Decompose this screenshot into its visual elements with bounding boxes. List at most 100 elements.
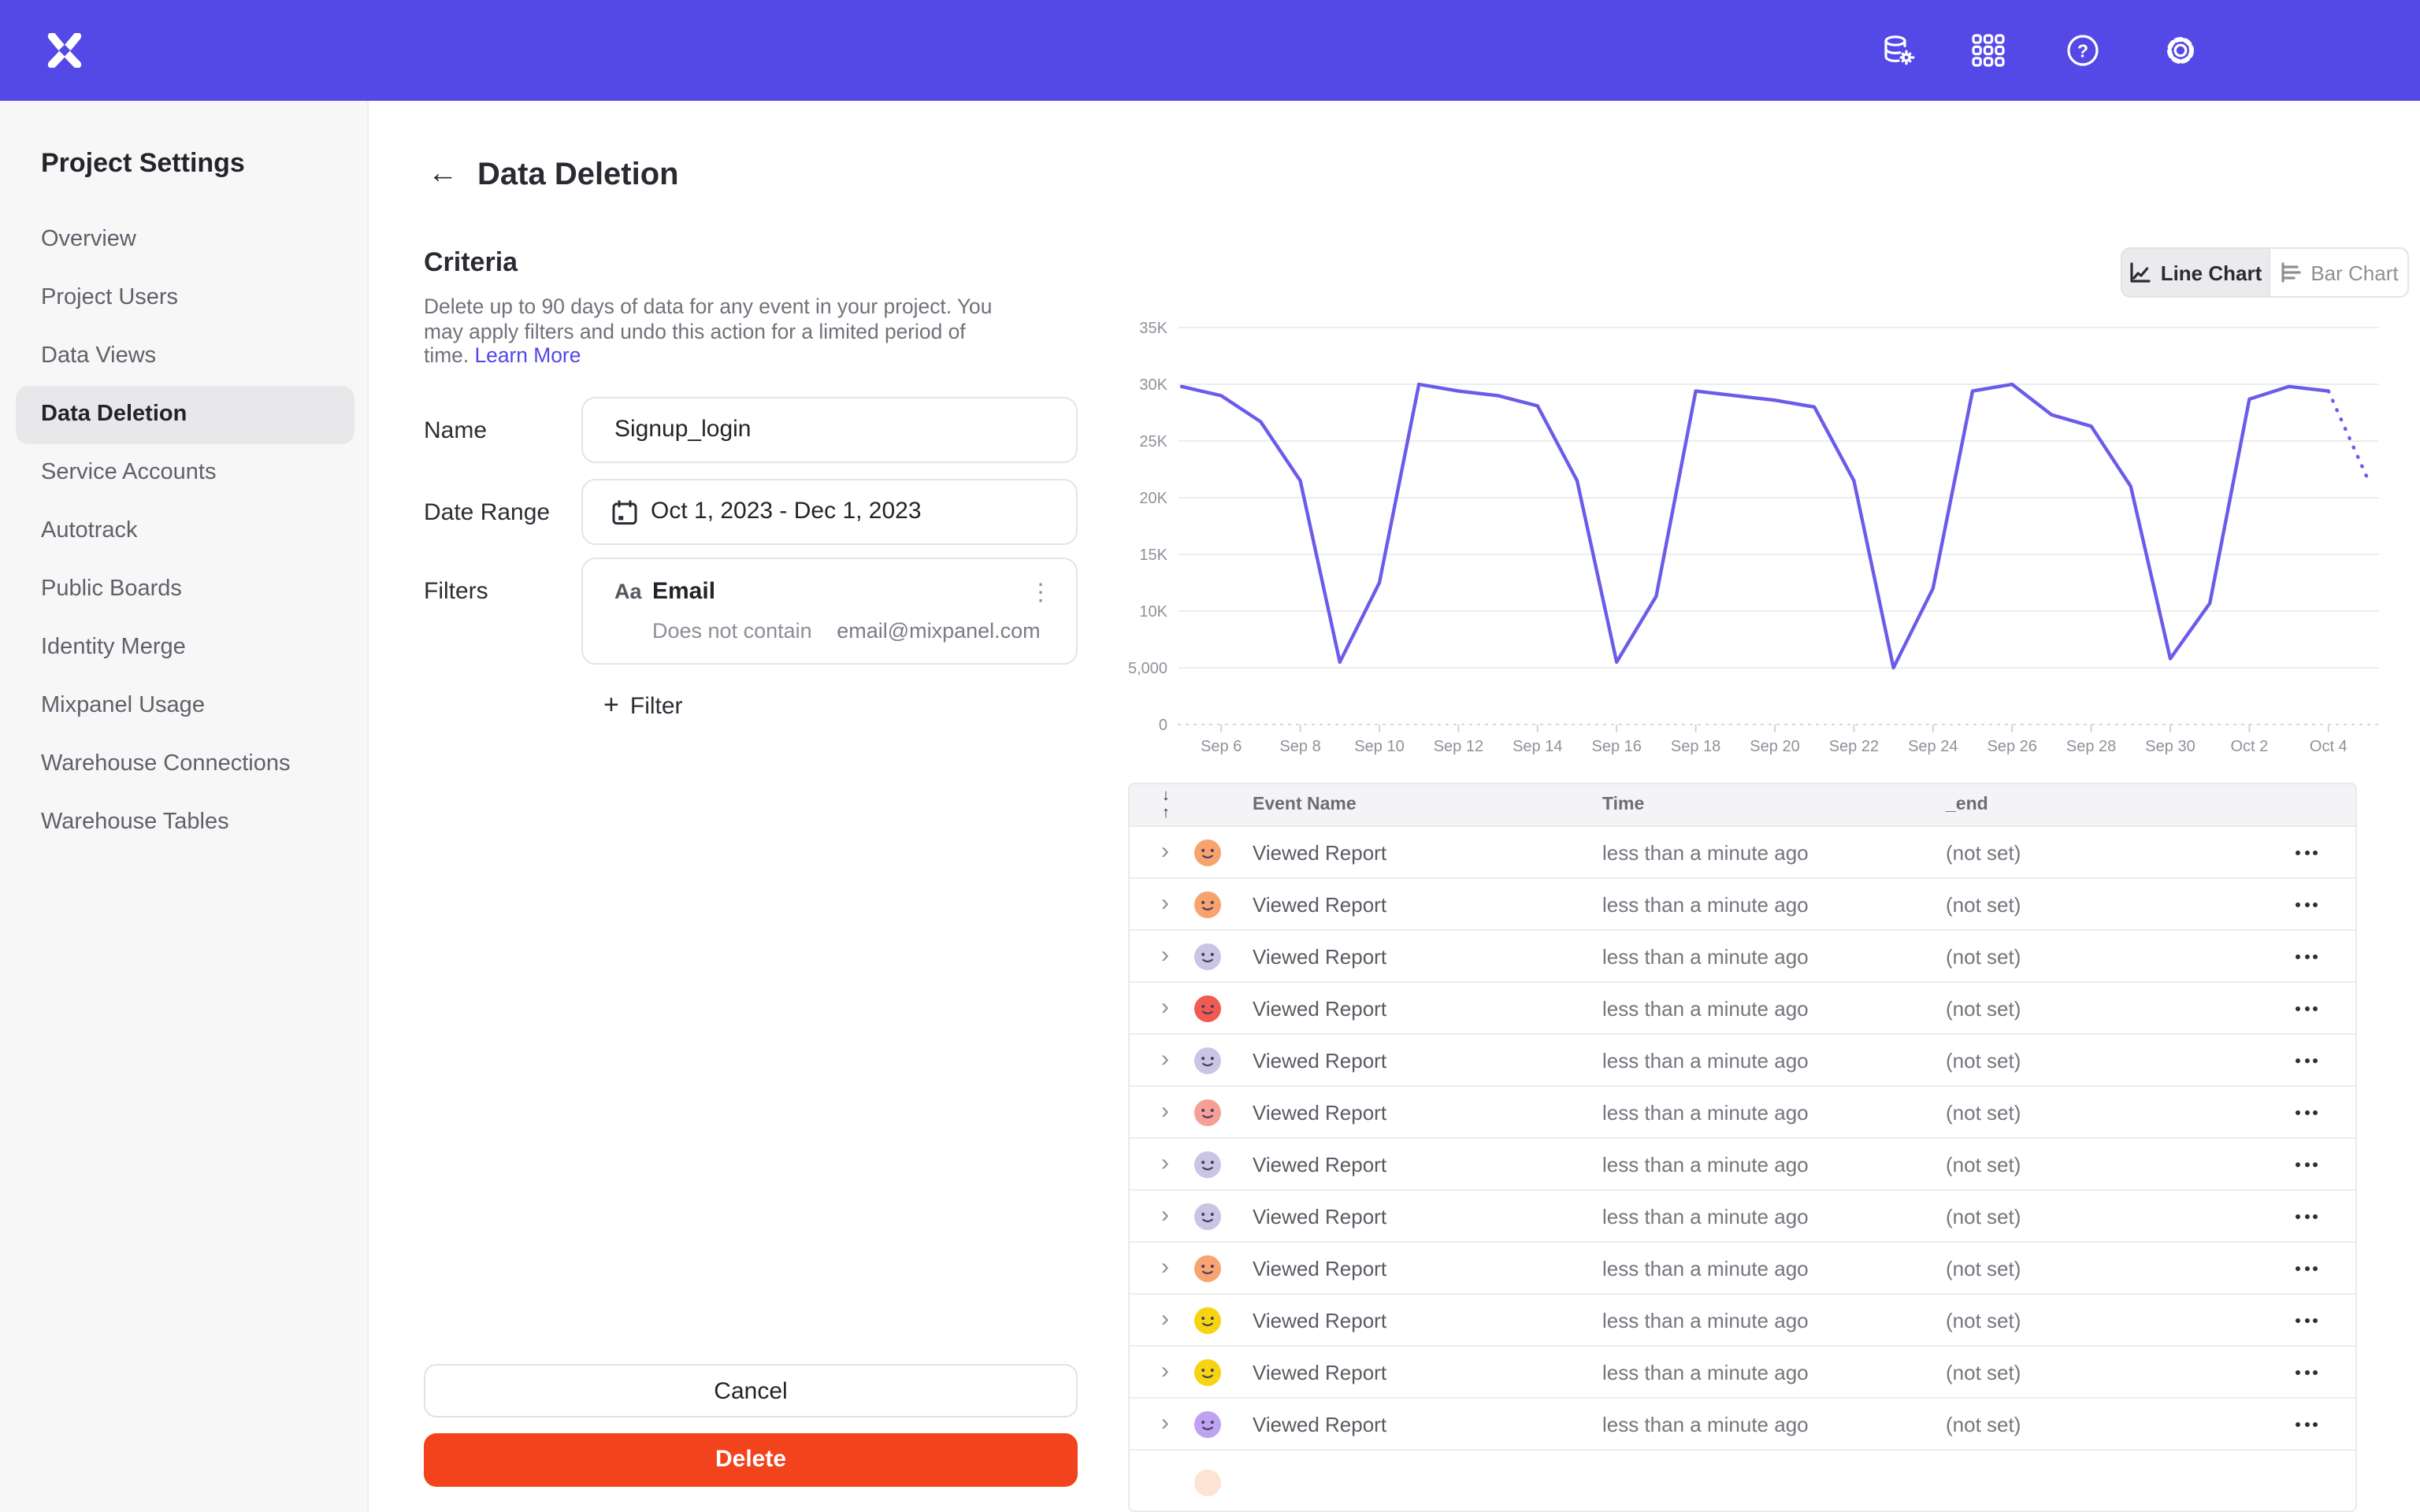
row-actions-kebab-icon[interactable] (2296, 1266, 2318, 1271)
sidebar-item[interactable]: Data Deletion (16, 386, 354, 444)
svg-text:0: 0 (1159, 717, 1167, 734)
table-row: › Viewed Report less than a minute ago (… (1130, 1243, 2355, 1295)
svg-text:Sep 6: Sep 6 (1201, 738, 1242, 755)
svg-text:Sep 24: Sep 24 (1908, 738, 1958, 755)
time-cell: less than a minute ago (1602, 1413, 1809, 1436)
table-row: › Viewed Report less than a minute ago (… (1130, 1347, 2355, 1399)
chevron-right-icon[interactable]: › (1161, 1150, 1169, 1177)
line-chart-toggle[interactable]: Line Chart (2121, 247, 2270, 298)
table-row: › Viewed Report less than a minute ago (… (1130, 931, 2355, 983)
back-arrow-icon[interactable]: ← (424, 156, 462, 194)
sidebar-item[interactable]: Project Users (0, 269, 367, 328)
end-cell: (not set) (1946, 1205, 2021, 1228)
time-cell: less than a minute ago (1602, 1309, 1809, 1332)
row-actions-kebab-icon[interactable] (2296, 902, 2318, 907)
table-row: › Viewed Report less than a minute ago (… (1130, 1399, 2355, 1451)
sidebar-item[interactable]: Warehouse Tables (0, 794, 367, 852)
sidebar-title: Project Settings (41, 148, 245, 180)
avatar (1194, 1099, 1221, 1126)
bar-chart-toggle[interactable]: Bar Chart (2270, 247, 2409, 298)
svg-text:Sep 16: Sep 16 (1592, 738, 1642, 755)
filter-card[interactable]: Aa Email Does not contain email@mixpanel… (581, 558, 1078, 665)
apps-grid-icon[interactable] (1969, 32, 2007, 69)
sort-rows-icon[interactable]: ↓ ↑ (1156, 788, 1175, 822)
sidebar-item[interactable]: Overview (0, 211, 367, 269)
data-management-icon[interactable] (1880, 32, 1917, 69)
time-cell: less than a minute ago (1602, 1153, 1809, 1177)
chevron-right-icon[interactable]: › (1161, 1306, 1169, 1332)
name-label: Name (424, 417, 487, 444)
cancel-button[interactable]: Cancel (424, 1364, 1078, 1418)
sidebar-item[interactable]: Identity Merge (0, 619, 367, 677)
column-header-time[interactable]: Time (1602, 795, 1644, 814)
avatar (1194, 995, 1221, 1022)
filter-value[interactable]: email@mixpanel.com (837, 619, 1041, 643)
avatar (1194, 1047, 1221, 1074)
date-range-input[interactable]: Oct 1, 2023 - Dec 1, 2023 (581, 479, 1078, 545)
table-row: › Viewed Report less than a minute ago (… (1130, 1087, 2355, 1139)
filter-kebab-icon[interactable]: ⋮ (1029, 578, 1051, 606)
sidebar-item[interactable]: Warehouse Connections (0, 736, 367, 794)
end-cell: (not set) (1946, 997, 2021, 1021)
avatar (1194, 1359, 1221, 1386)
filter-operator[interactable]: Does not contain (652, 619, 812, 643)
svg-text:Sep 12: Sep 12 (1434, 738, 1483, 755)
column-header-event-name[interactable]: Event Name (1253, 795, 1357, 814)
chevron-right-icon[interactable]: › (1161, 1202, 1169, 1228)
time-cell: less than a minute ago (1602, 1205, 1809, 1228)
criteria-description-line1: Delete up to 90 days of data for any eve… (424, 295, 1038, 319)
chevron-right-icon[interactable]: › (1161, 890, 1169, 917)
row-actions-kebab-icon[interactable] (2296, 954, 2318, 959)
sidebar-item[interactable]: Autotrack (0, 502, 367, 561)
sidebar-item[interactable]: Service Accounts (0, 444, 367, 502)
row-actions-kebab-icon[interactable] (2296, 1422, 2318, 1427)
chevron-right-icon[interactable]: › (1161, 994, 1169, 1021)
name-input[interactable]: Signup_login (581, 397, 1078, 463)
chevron-right-icon[interactable]: › (1161, 1410, 1169, 1436)
time-cell: less than a minute ago (1602, 1361, 1809, 1384)
chevron-right-icon[interactable]: › (1161, 942, 1169, 969)
row-actions-kebab-icon[interactable] (2296, 850, 2318, 855)
row-actions-kebab-icon[interactable] (2296, 1162, 2318, 1167)
settings-gear-icon[interactable] (2162, 32, 2199, 69)
date-range-value: Oct 1, 2023 - Dec 1, 2023 (651, 480, 922, 543)
svg-text:35K: 35K (1139, 320, 1167, 337)
row-actions-kebab-icon[interactable] (2296, 1006, 2318, 1011)
date-range-label: Date Range (424, 499, 550, 526)
row-actions-kebab-icon[interactable] (2296, 1214, 2318, 1219)
event-name-cell: Viewed Report (1253, 1257, 1386, 1280)
row-actions-kebab-icon[interactable] (2296, 1370, 2318, 1375)
row-actions-kebab-icon[interactable] (2296, 1110, 2318, 1115)
add-filter-button[interactable]: +Filter (603, 690, 683, 721)
svg-text:25K: 25K (1139, 433, 1167, 450)
bar-chart-icon (2279, 261, 2301, 284)
end-cell: (not set) (1946, 1257, 2021, 1280)
chevron-right-icon[interactable]: › (1161, 1254, 1169, 1280)
sidebar-item[interactable]: Data Views (0, 328, 367, 386)
time-cell: less than a minute ago (1602, 997, 1809, 1021)
learn-more-link[interactable]: Learn More (475, 343, 581, 367)
chevron-right-icon[interactable]: › (1161, 838, 1169, 865)
partial-row-avatar (1194, 1469, 1221, 1496)
svg-text:Sep 28: Sep 28 (2066, 738, 2116, 755)
criteria-description: Delete up to 90 days of data for any eve… (424, 295, 1038, 368)
chevron-right-icon[interactable]: › (1161, 1358, 1169, 1384)
sidebar-item[interactable]: Mixpanel Usage (0, 677, 367, 736)
event-name-cell: Viewed Report (1253, 841, 1386, 865)
criteria-heading: Criteria (424, 247, 518, 279)
chevron-right-icon[interactable]: › (1161, 1098, 1169, 1125)
end-cell: (not set) (1946, 1101, 2021, 1125)
table-row: › Viewed Report less than a minute ago (… (1130, 1035, 2355, 1087)
column-header-end[interactable]: _end (1946, 795, 1988, 814)
row-actions-kebab-icon[interactable] (2296, 1318, 2318, 1323)
row-actions-kebab-icon[interactable] (2296, 1058, 2318, 1063)
mixpanel-logo-icon[interactable] (47, 33, 82, 68)
table-row: › Viewed Report less than a minute ago (… (1130, 827, 2355, 879)
settings-sidebar: Project Settings OverviewProject UsersDa… (0, 101, 369, 1512)
sidebar-nav: OverviewProject UsersData ViewsData Dele… (0, 211, 367, 852)
chevron-right-icon[interactable]: › (1161, 1046, 1169, 1073)
filter-condition: Does not contain email@mixpanel.com (652, 619, 1041, 643)
sidebar-item[interactable]: Public Boards (0, 561, 367, 619)
help-icon[interactable]: ? (2064, 32, 2102, 69)
delete-button[interactable]: Delete (424, 1433, 1078, 1487)
